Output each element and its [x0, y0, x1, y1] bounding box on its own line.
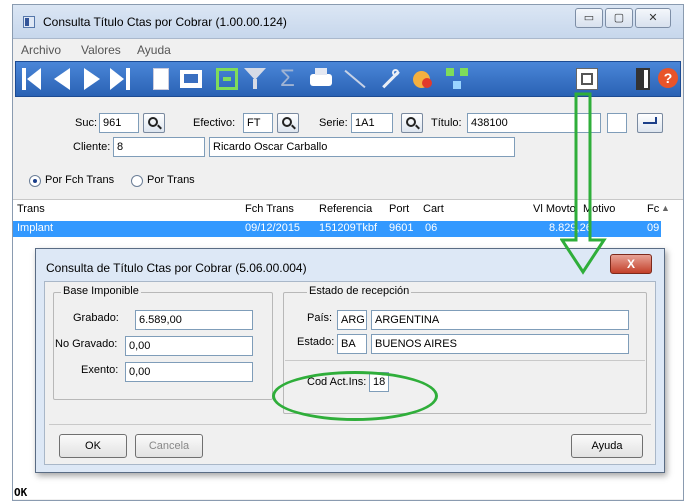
cell-fch-trans: 09/12/2015	[245, 222, 301, 234]
cancel-button[interactable]: Cancela	[135, 434, 203, 458]
pais-code-field[interactable]: ARG	[337, 310, 367, 330]
ok-button[interactable]: OK	[59, 434, 127, 458]
efectivo-label: Efectivo:	[193, 117, 236, 129]
suc-search-button[interactable]	[143, 113, 165, 133]
document-icon[interactable]	[576, 68, 598, 90]
cliente-name-field[interactable]: Ricardo Oscar Carballo	[209, 137, 515, 157]
cell-cart: 06	[425, 222, 438, 234]
exento-label: Exento:	[81, 364, 119, 376]
next-record-icon[interactable]	[82, 68, 104, 90]
close-button[interactable]: ✕	[635, 8, 671, 28]
dialog-window: Consulta de Título Ctas por Cobrar (5.06…	[35, 248, 665, 473]
help-button[interactable]: Ayuda	[571, 434, 643, 458]
scroll-up-icon[interactable]: ▲	[661, 203, 670, 213]
print-icon[interactable]	[310, 68, 332, 90]
radio-por-fch-trans-label: Por Fch Trans	[45, 174, 115, 186]
cell-fc: 09	[647, 222, 660, 234]
cell-trans: Implant	[17, 222, 54, 234]
menu-ayuda[interactable]: Ayuda	[137, 43, 171, 57]
cliente-field[interactable]: 8	[113, 137, 205, 157]
exento-field[interactable]: 0,00	[125, 362, 253, 382]
first-record-icon[interactable]	[22, 68, 44, 90]
menubar: Archivo Valores Ayuda	[13, 40, 683, 60]
app-icon	[23, 16, 35, 28]
last-record-icon[interactable]	[110, 68, 132, 90]
titulo-label: Título:	[431, 117, 462, 129]
main-titlebar[interactable]: Consulta Título Ctas por Cobrar (1.00.00…	[13, 5, 683, 39]
grid-header-fc[interactable]: Fc	[647, 203, 659, 215]
estado-name-field[interactable]: BUENOS AIRES	[371, 334, 629, 354]
menu-valores[interactable]: Valores	[81, 43, 121, 57]
bracket-icon[interactable]	[216, 68, 238, 90]
window-title: Consulta Título Ctas por Cobrar (1.00.00…	[43, 15, 287, 29]
grid-header-trans[interactable]: Trans	[17, 203, 45, 215]
grid-header-cart[interactable]: Cart	[423, 203, 444, 215]
line-icon[interactable]	[344, 68, 366, 90]
new-document-icon[interactable]	[150, 68, 172, 90]
filter-icon[interactable]	[244, 68, 266, 90]
no-gravado-label: No Gravado:	[55, 338, 118, 350]
serie-search-button[interactable]	[401, 113, 423, 133]
exit-door-icon[interactable]	[632, 68, 654, 90]
grid-header-referencia[interactable]: Referencia	[319, 203, 372, 215]
help-icon[interactable]: ?	[658, 68, 680, 90]
estado-label: Estado:	[297, 336, 335, 348]
divider	[49, 424, 651, 425]
titulo-extra-field[interactable]	[607, 113, 627, 133]
pais-label: País:	[307, 312, 333, 324]
sigma-icon[interactable]: Σ	[280, 67, 302, 91]
cell-port: 9601	[389, 222, 414, 234]
dialog-title: Consulta de Título Ctas por Cobrar (5.06…	[46, 261, 307, 275]
pais-name-field[interactable]: ARGENTINA	[371, 310, 629, 330]
suc-field[interactable]: 961	[99, 113, 139, 133]
grabado-label: Grabado:	[73, 312, 119, 324]
cell-referencia: 151209Tkbf	[319, 222, 378, 234]
preview-icon[interactable]	[180, 68, 202, 90]
wrench-icon[interactable]	[378, 68, 400, 90]
radio-por-trans-label: Por Trans	[147, 174, 195, 186]
radio-por-fch-trans[interactable]	[29, 175, 41, 187]
dialog-close-button[interactable]: X	[610, 254, 652, 274]
efectivo-field[interactable]: FT	[243, 113, 273, 133]
base-imponible-title: Base Imponible	[61, 285, 141, 297]
grid-header-fch-trans[interactable]: Fch Trans	[245, 203, 294, 215]
efectivo-search-button[interactable]	[277, 113, 299, 133]
grabado-field[interactable]: 6.589,00	[135, 310, 253, 330]
cliente-label: Cliente:	[73, 141, 111, 153]
enter-button[interactable]	[637, 113, 663, 133]
suc-label: Suc:	[75, 117, 98, 129]
status-text: OK	[14, 486, 28, 499]
network-icon[interactable]	[446, 68, 468, 90]
grid-header-port[interactable]: Port	[389, 203, 409, 215]
serie-label: Serie:	[319, 117, 348, 129]
annotation-arrow	[560, 92, 607, 275]
maximize-button[interactable]: ▢	[605, 8, 633, 28]
radio-por-trans[interactable]	[131, 175, 143, 187]
previous-record-icon[interactable]	[52, 68, 74, 90]
menu-archivo[interactable]: Archivo	[21, 43, 61, 57]
estado-recepcion-title: Estado de recepción	[307, 285, 412, 297]
minimize-button[interactable]: ▭	[575, 8, 603, 28]
annotation-ellipse	[272, 371, 438, 421]
no-gravado-field[interactable]: 0,00	[125, 336, 253, 356]
estado-code-field[interactable]: BA	[337, 334, 367, 354]
serie-field[interactable]: 1A1	[351, 113, 393, 133]
divider	[285, 360, 645, 361]
chart-icon[interactable]	[412, 68, 434, 90]
